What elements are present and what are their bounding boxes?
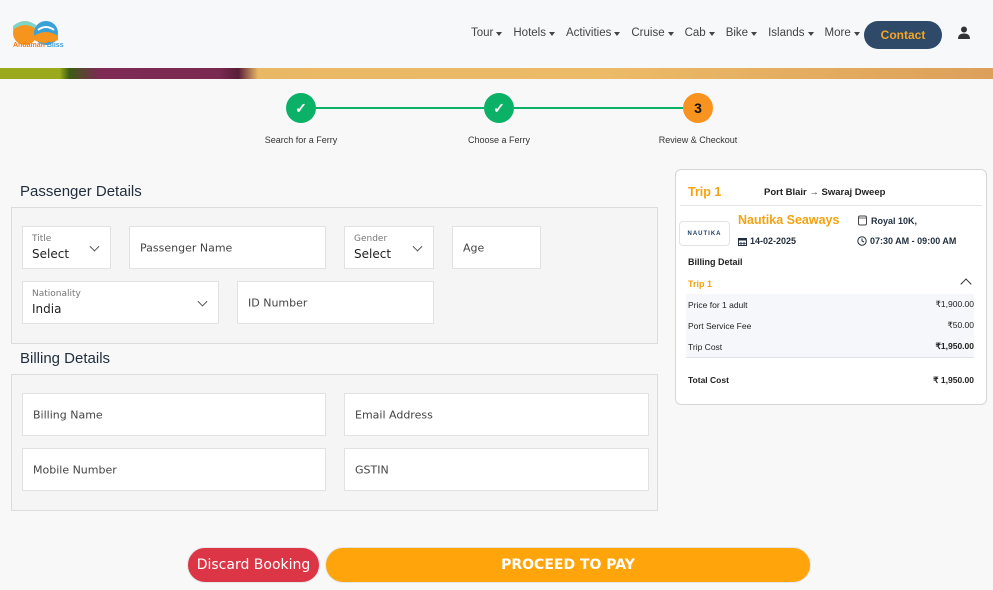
passenger-name-input[interactable]: Passenger Name [129, 226, 326, 269]
step-2-label: Choose a Ferry [467, 135, 531, 145]
step-connector [514, 107, 683, 109]
calendar-icon [738, 237, 747, 246]
clock-icon [857, 236, 867, 246]
billing-details-title: Billing Details [20, 350, 111, 367]
mobile-number-input[interactable]: Mobile Number [22, 448, 326, 491]
site-header: Andaman Bliss Tour Hotels Activities Cru… [0, 0, 993, 68]
user-icon[interactable] [958, 26, 970, 40]
step-connector [316, 107, 484, 109]
step-3-label: Review & Checkout [658, 135, 738, 145]
seat-icon [858, 215, 867, 226]
discard-booking-button[interactable]: Discard Booking [187, 547, 320, 583]
booking-summary-card: Trip 1 Port Blair → Swaraj Dweep NAUTIKA… [675, 169, 987, 405]
hero-banner-strip [0, 68, 993, 79]
caret-down-icon [496, 31, 503, 36]
nav-item-activities[interactable]: Activities [566, 27, 621, 39]
billing-detail-heading: Billing Detail [688, 257, 743, 267]
caret-down-icon [667, 31, 674, 36]
main-nav: Tour Hotels Activities Cruise Cab Bike I… [471, 27, 871, 39]
step-1-check-icon: ✓ [286, 93, 316, 123]
departure-time: 07:30 AM - 09:00 AM [857, 236, 956, 246]
gstin-input[interactable]: GSTIN [344, 448, 649, 491]
caret-down-icon [548, 31, 555, 36]
billing-breakdown: Price for 1 adult ₹1,900.00 Port Service… [686, 294, 974, 358]
bill-row: Price for 1 adult ₹1,900.00 [688, 299, 974, 310]
billing-trip-label: Trip 1 [688, 279, 713, 289]
bill-row-trip-cost: Trip Cost ₹1,950.00 [688, 341, 974, 352]
nav-item-tour[interactable]: Tour [471, 27, 503, 39]
total-cost-row: Total Cost ₹ 1,950.00 [688, 375, 974, 385]
gender-select[interactable]: Gender Select [344, 226, 434, 269]
operator-logo: NAUTIKA [679, 221, 730, 246]
chevron-down-icon [197, 296, 208, 307]
trip-label: Trip 1 [688, 185, 722, 199]
nav-item-cruise[interactable]: Cruise [631, 27, 674, 39]
caret-down-icon [708, 31, 715, 36]
checkout-stepper: ✓ ✓ 3 Search for a Ferry Choose a Ferry … [0, 92, 993, 152]
chevron-down-icon [89, 241, 100, 252]
bill-row: Port Service Fee ₹50.00 [688, 320, 974, 331]
nav-item-cab[interactable]: Cab [685, 27, 715, 39]
nav-item-bike[interactable]: Bike [726, 27, 758, 39]
id-number-input[interactable]: ID Number [237, 281, 434, 324]
operator-name: Nautika Seaways [738, 213, 840, 227]
step-2-check-icon: ✓ [484, 93, 514, 123]
vessel-name: Royal 10K, [857, 215, 917, 226]
title-select[interactable]: Title Select [22, 226, 111, 269]
departure-date: 14-02-2025 [738, 236, 796, 246]
caret-down-icon [751, 31, 758, 36]
passenger-details-panel: Title Select Passenger Name Gender Selec… [11, 207, 658, 344]
billing-details-panel: Billing Name Email Address Mobile Number… [11, 374, 658, 511]
chevron-up-icon[interactable] [960, 278, 972, 290]
passenger-details-title: Passenger Details [20, 183, 142, 200]
caret-down-icon [614, 31, 621, 36]
email-address-input[interactable]: Email Address [344, 393, 649, 436]
nav-item-islands[interactable]: Islands [768, 27, 814, 39]
caret-down-icon [853, 31, 860, 36]
divider [680, 205, 982, 206]
nationality-select[interactable]: Nationality India [22, 281, 219, 324]
brand-name: Andaman Bliss [13, 42, 64, 49]
nav-item-more[interactable]: More [825, 27, 860, 39]
chevron-down-icon [412, 241, 423, 252]
step-1-label: Search for a Ferry [264, 135, 338, 145]
proceed-to-pay-button[interactable]: PROCEED TO PAY [325, 547, 811, 583]
nav-item-hotels[interactable]: Hotels [513, 27, 555, 39]
step-3-marker: 3 [683, 93, 713, 123]
billing-name-input[interactable]: Billing Name [22, 393, 326, 436]
trip-route: Port Blair → Swaraj Dweep [764, 187, 886, 198]
contact-button[interactable]: Contact [864, 21, 942, 49]
caret-down-icon [807, 31, 814, 36]
age-input[interactable]: Age [452, 226, 541, 269]
